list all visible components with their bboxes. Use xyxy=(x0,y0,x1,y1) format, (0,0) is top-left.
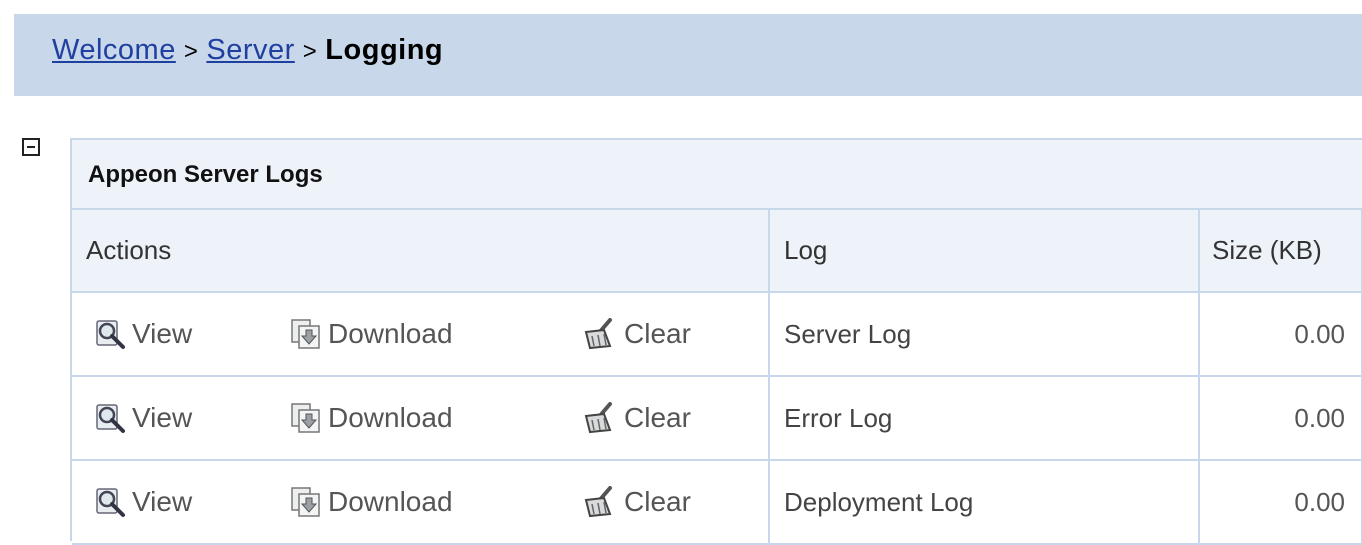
log-name: Deployment Log xyxy=(769,460,1200,545)
download-label: Download xyxy=(328,402,453,433)
view-button[interactable]: View xyxy=(94,486,192,518)
view-button[interactable]: View xyxy=(94,402,192,434)
logs-table: Actions Log Size (KB) View Download Clea… xyxy=(72,210,1362,545)
log-name: Server Log xyxy=(769,292,1200,377)
table-row: View Download Clear xyxy=(72,376,1362,461)
view-label: View xyxy=(132,402,193,433)
magnifier-icon xyxy=(96,404,125,433)
table-row: View Download Clear xyxy=(72,292,1362,377)
table-header-row: Actions Log Size (KB) xyxy=(72,210,1362,293)
broom-icon xyxy=(584,318,612,350)
log-name: Error Log xyxy=(769,376,1200,461)
magnifier-icon xyxy=(96,488,125,517)
table-row: View Download Clear xyxy=(72,460,1362,545)
column-header-log: Log xyxy=(769,210,1200,293)
breadcrumb-link-welcome[interactable]: Welcome xyxy=(52,34,176,66)
breadcrumb: Welcome > Server > Logging xyxy=(52,34,443,67)
breadcrumb-current: Logging xyxy=(325,34,444,66)
breadcrumb-link-server[interactable]: Server xyxy=(206,34,294,66)
download-label: Download xyxy=(328,486,453,517)
view-label: View xyxy=(132,486,193,517)
log-size: 0.00 xyxy=(1199,460,1362,545)
download-label: Download xyxy=(328,318,453,349)
clear-label: Clear xyxy=(624,318,691,349)
clear-button[interactable]: Clear xyxy=(580,402,691,434)
server-logs-panel: Appeon Server Logs Actions Log Size (KB)… xyxy=(70,138,1362,545)
row-actions: View Download Clear xyxy=(72,460,770,545)
breadcrumb-separator: > xyxy=(183,38,199,65)
clear-label: Clear xyxy=(624,402,691,433)
panel-title: Appeon Server Logs xyxy=(72,140,1362,210)
view-label: View xyxy=(132,318,193,349)
breadcrumb-separator: > xyxy=(302,38,318,65)
broom-icon xyxy=(584,486,612,518)
collapse-toggle-icon[interactable] xyxy=(22,138,40,156)
clear-label: Clear xyxy=(624,486,691,517)
download-button[interactable]: Download xyxy=(290,486,453,518)
log-size: 0.00 xyxy=(1199,376,1362,461)
download-doc-icon xyxy=(291,403,320,433)
clear-button[interactable]: Clear xyxy=(580,486,691,518)
breadcrumb-bar: Welcome > Server > Logging xyxy=(14,14,1362,96)
row-actions: View Download Clear xyxy=(72,376,770,461)
broom-icon xyxy=(584,402,612,434)
download-button[interactable]: Download xyxy=(290,402,453,434)
magnifier-icon xyxy=(96,320,125,349)
download-doc-icon xyxy=(291,487,320,517)
clear-button[interactable]: Clear xyxy=(580,318,691,350)
log-size: 0.00 xyxy=(1199,292,1362,377)
row-actions: View Download Clear xyxy=(72,292,770,377)
column-header-size: Size (KB) xyxy=(1199,210,1362,293)
download-doc-icon xyxy=(291,319,320,349)
download-button[interactable]: Download xyxy=(290,318,453,350)
view-button[interactable]: View xyxy=(94,318,192,350)
column-header-actions: Actions xyxy=(72,210,770,293)
